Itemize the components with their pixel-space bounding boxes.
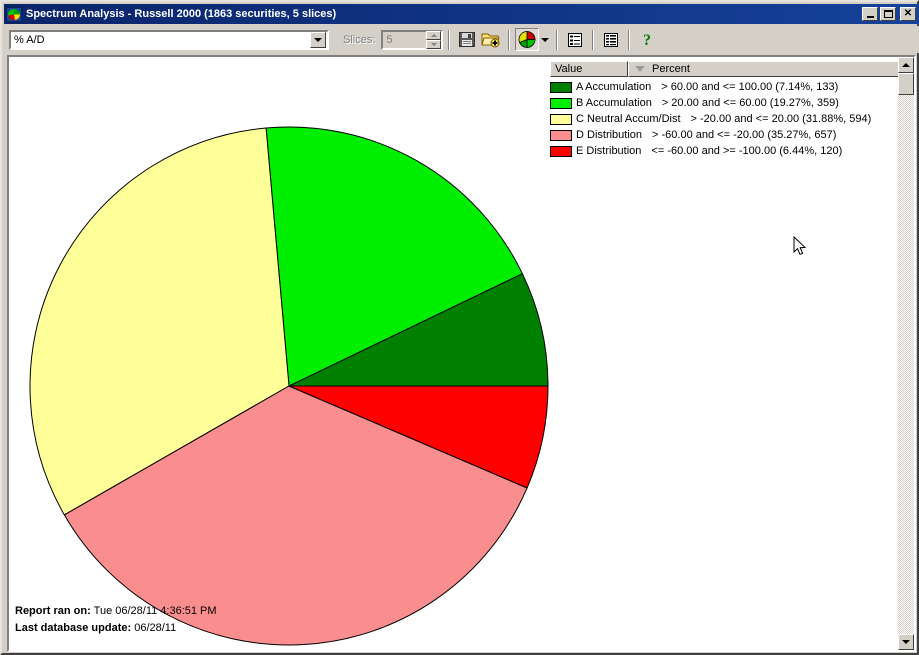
legend-row[interactable]: A Accumulation > 60.00 and <= 100.00 (7.1… [550,79,910,95]
pie-chart-icon [518,31,536,48]
save-button[interactable] [455,28,479,51]
chart-type-dropdown[interactable] [539,28,551,51]
legend-row-range: > -20.00 and <= 20.00 (31.88%, 594) [690,113,872,125]
slices-stepper-buttons[interactable] [426,30,442,49]
scroll-down-button[interactable] [898,634,914,650]
slices-increment-button[interactable] [426,30,442,40]
legend-header: Value Percent [550,61,910,77]
chevron-down-icon [541,37,550,42]
legend-row-name: D Distribution [576,129,643,141]
pie-chart-icon [6,6,22,22]
open-button[interactable] [479,28,503,51]
legend-row-name: C Neutral Accum/Dist [576,113,681,125]
slices-label: Slices: [343,33,376,46]
pie-chart-view-button[interactable] [515,28,540,51]
floppy-disk-icon [459,32,476,47]
legend-column-percent-label: Percent [652,63,690,75]
report-ran-line: Report ran on: Tue 06/28/11 4:36:51 PM [15,603,217,620]
application-window: Spectrum Analysis - Russell 2000 (1863 s… [0,0,919,655]
slices-value: 5 [386,33,393,46]
toolbar-separator [592,29,595,50]
svg-text:?: ? [643,32,651,48]
legend-color-swatch [550,81,572,93]
legend-row[interactable]: B Accumulation > 20.00 and <= 60.00 (19.2… [550,95,910,111]
minimize-icon [866,15,874,18]
last-update-line: Last database update: 06/28/11 [15,620,217,637]
chevron-up-icon [902,63,910,67]
chevron-down-icon[interactable] [310,31,326,48]
legend-row-range: <= -60.00 and >= -100.00 (6.44%, 120) [651,145,843,157]
close-button[interactable]: ✕ [900,7,916,21]
legend-row-range: > -60.00 and <= -20.00 (35.27%, 657) [652,129,837,141]
sort-descending-icon [635,66,645,72]
legend-row-range: > 60.00 and <= 100.00 (7.14%, 133) [661,81,839,93]
maximize-button[interactable] [880,7,896,21]
question-mark-icon: ? [643,32,651,48]
pie-slices [29,126,549,646]
open-folder-add-icon [481,33,501,48]
legend-row-range: > 20.00 and <= 60.00 (19.27%, 359) [661,97,839,109]
report-ran-value: Tue 06/28/11 4:36:51 PM [93,605,217,617]
legend-row-name: A Accumulation [576,81,652,93]
slices-stepper[interactable]: 5 [381,29,444,50]
title-bar[interactable]: Spectrum Analysis - Russell 2000 (1863 s… [4,4,919,24]
window-controls: ✕ [860,7,916,21]
report-ran-label: Report ran on: [15,605,91,617]
toolbar-separator [448,29,451,50]
legend-color-swatch [550,113,572,125]
legend-color-swatch [550,97,572,109]
legend-row[interactable]: E Distribution <= -60.00 and >= -100.00 (… [550,143,910,159]
scroll-up-button[interactable] [898,57,914,73]
toolbar-separator [628,29,631,50]
report-view-icon [604,32,619,47]
legend-rows: A Accumulation > 60.00 and <= 100.00 (7.1… [550,79,910,159]
legend-row[interactable]: D Distribution > -60.00 and <= -20.00 (35… [550,127,910,143]
slices-decrement-button[interactable] [426,39,442,49]
maximize-icon [883,10,893,18]
help-button[interactable]: ? [635,28,659,51]
window-title: Spectrum Analysis - Russell 2000 (1863 s… [26,8,337,20]
toolbar-separator [556,29,559,50]
legend-row[interactable]: C Neutral Accum/Dist > -20.00 and <= 20.0… [550,111,910,127]
legend-row-name: E Distribution [576,145,642,157]
metric-select[interactable]: % A/D [9,29,329,50]
chevron-down-icon [902,640,910,644]
metric-select-value: % A/D [14,33,45,46]
legend-color-swatch [550,145,572,157]
vertical-scrollbar[interactable] [898,57,914,650]
last-update-label: Last database update: [15,622,132,634]
legend-row-name: B Accumulation [576,97,652,109]
toolbar-separator [508,29,511,50]
last-update-value: 06/28/11 [134,622,177,634]
report-footer: Report ran on: Tue 06/28/11 4:36:51 PM L… [15,603,217,637]
legend-column-value[interactable]: Value [550,61,628,77]
toolbar: % A/D Slices: 5 ? [4,26,919,53]
legend-color-swatch [550,129,572,141]
pie-chart-svg [29,126,549,646]
report-view-button[interactable] [599,28,623,51]
list-view-button[interactable] [563,28,587,51]
scrollbar-thumb[interactable] [898,73,914,95]
close-icon: ✕ [903,8,913,19]
minimize-button[interactable] [862,7,878,21]
report-canvas: Value Percent A Accumulation > 60.00 and … [7,55,916,652]
list-view-icon [568,32,583,47]
legend: Value Percent A Accumulation > 60.00 and … [550,61,910,157]
legend-column-percent[interactable]: Percent [628,61,910,77]
